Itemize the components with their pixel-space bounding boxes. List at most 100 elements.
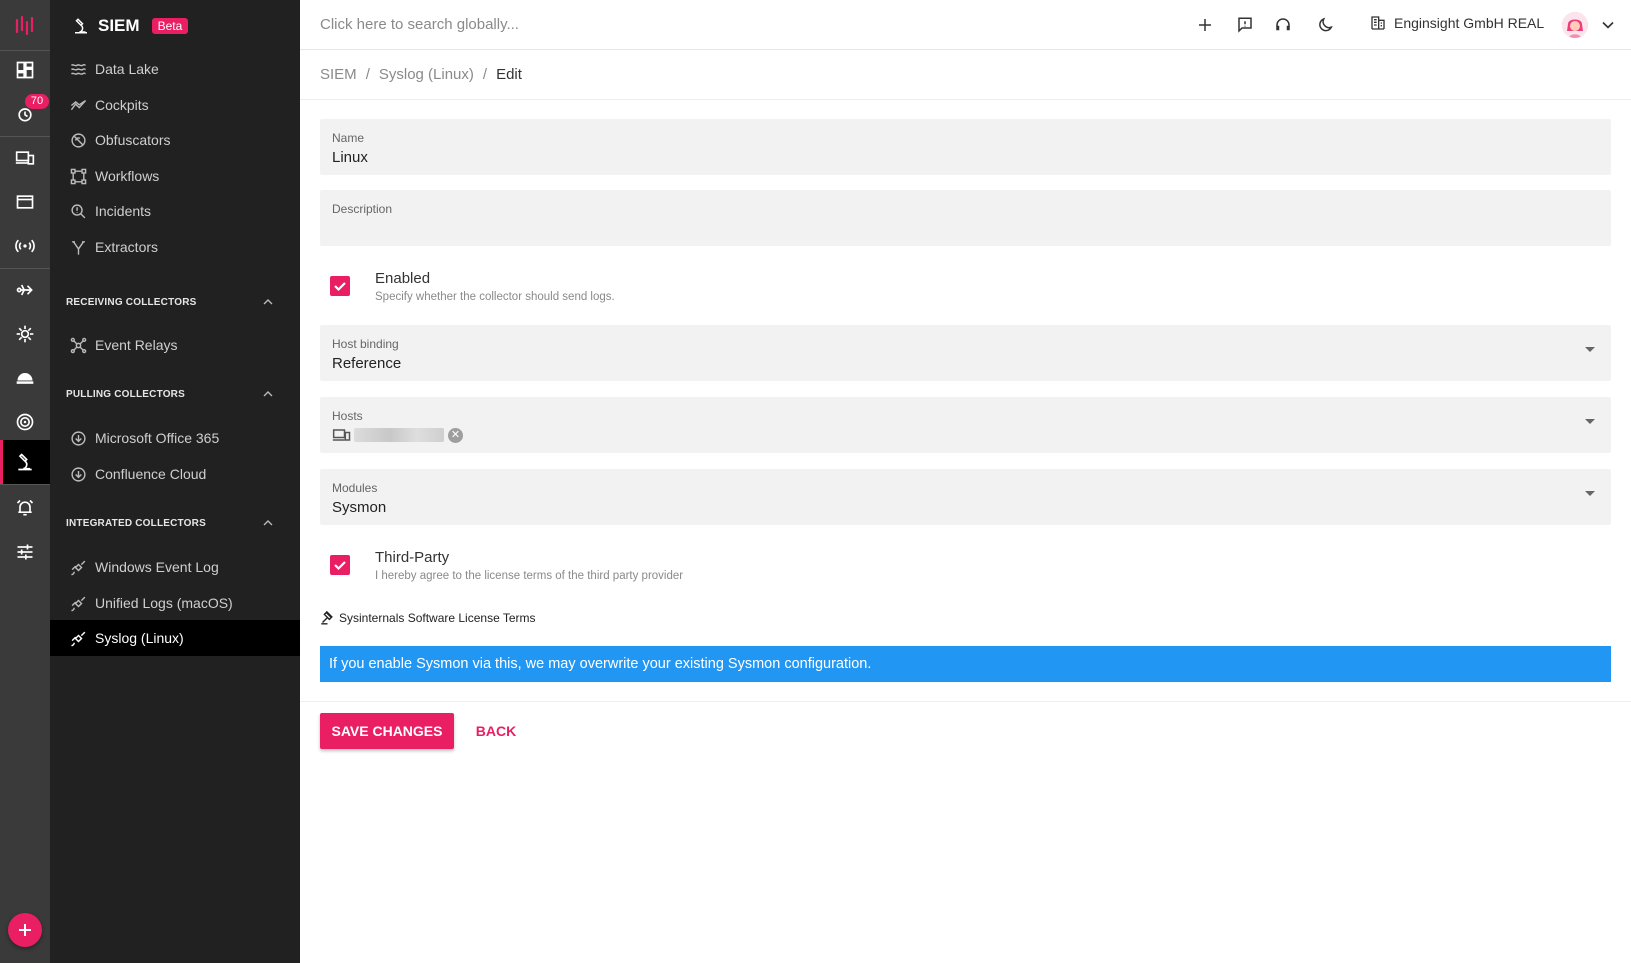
sidebar-item-incidents[interactable]: Incidents — [70, 193, 300, 229]
enabled-checkbox-row[interactable]: Enabled Specify whether the collector sh… — [330, 270, 615, 303]
redacted-host-name — [354, 428, 444, 442]
divider — [300, 701, 1631, 702]
sidebar-item-microsoft-office-365[interactable]: Microsoft Office 365 — [70, 420, 300, 456]
section-title: PULLING COLLECTORS — [66, 388, 185, 400]
eye-off-icon — [71, 132, 86, 148]
radar-icon[interactable] — [0, 400, 50, 444]
chevron-down-icon[interactable] — [1598, 15, 1618, 35]
third-party-checkbox-row[interactable]: Third-Party I hereby agree to the licens… — [330, 549, 683, 582]
sysmon-info-banner: If you enable Sysmon via this, we may ov… — [320, 646, 1611, 682]
sidebar-item-label: Extractors — [95, 239, 159, 255]
sidebar-item-obfuscators[interactable]: Obfuscators — [70, 122, 300, 158]
sidebar-item-label: Windows Event Log — [95, 559, 219, 575]
download-circle-icon — [71, 430, 86, 446]
sidebar-item-windows-event-log[interactable]: Windows Event Log — [70, 549, 300, 585]
description-label: Description — [332, 202, 393, 216]
sidebar-item-extractors[interactable]: Extractors — [70, 229, 300, 265]
enabled-subtitle: Specify whether the collector should sen… — [375, 291, 615, 303]
chevron-up-icon[interactable] — [260, 515, 276, 531]
sidebar-item-event-relays[interactable]: Event Relays — [70, 327, 300, 363]
section-title: INTEGRATED COLLECTORS — [66, 517, 206, 529]
avatar[interactable] — [1562, 12, 1588, 38]
microscope-icon — [75, 18, 87, 34]
sidebar-header: SIEM Beta — [72, 14, 189, 38]
info-text: If you enable Sysmon via this, we may ov… — [329, 656, 872, 672]
sliders-icon[interactable] — [0, 530, 50, 574]
breadcrumb-current: Edit — [496, 66, 522, 83]
section-pulling-collectors[interactable]: PULLING COLLECTORS — [66, 384, 276, 404]
checkmark-icon — [334, 282, 346, 292]
section-receiving-collectors[interactable]: RECEIVING COLLECTORS — [66, 292, 276, 312]
modules-select[interactable]: Modules Sysmon — [320, 469, 1611, 525]
modules-value: Sysmon — [332, 499, 387, 516]
breadcrumb: SIEM / Syslog (Linux) / Edit — [300, 50, 1631, 100]
fork-icon — [72, 240, 85, 255]
devices-icon[interactable] — [0, 136, 50, 180]
sidebar-item-label: Incidents — [95, 203, 152, 219]
sidebar-item-workflows[interactable]: Workflows — [70, 158, 300, 194]
save-changes-button[interactable]: SAVE CHANGES — [320, 713, 454, 749]
feedback-icon[interactable] — [1234, 14, 1256, 36]
dashboard-icon[interactable] — [0, 48, 50, 92]
add-icon[interactable] — [8, 913, 42, 947]
satellite-icon — [71, 560, 86, 575]
host-chip[interactable]: ✕ — [332, 425, 463, 445]
name-value[interactable]: Linux — [332, 149, 368, 166]
plus-icon[interactable] — [1194, 14, 1216, 36]
shield-icon[interactable] — [0, 356, 50, 400]
icon-rail: 70 — [0, 0, 50, 963]
third-party-subtitle: I hereby agree to the license terms of t… — [375, 570, 684, 582]
host-binding-label: Host binding — [332, 337, 399, 351]
enabled-checkbox[interactable] — [330, 276, 350, 296]
flow-icon[interactable] — [0, 268, 50, 312]
hosts-select[interactable]: Hosts ✕ — [320, 397, 1611, 453]
section-integrated-collectors[interactable]: INTEGRATED COLLECTORS — [66, 513, 276, 533]
chevron-up-icon[interactable] — [260, 294, 276, 310]
enabled-title: Enabled — [375, 270, 431, 287]
host-binding-select[interactable]: Host binding Reference — [320, 325, 1611, 381]
license-terms-link[interactable]: Sysinternals Software License Terms — [320, 610, 536, 625]
dropdown-caret-icon — [1585, 419, 1595, 424]
hosts-label: Hosts — [332, 409, 363, 423]
breadcrumb-syslog-linux[interactable]: Syslog (Linux) — [379, 66, 474, 83]
chip-remove-icon[interactable]: ✕ — [448, 427, 463, 443]
organization-switcher[interactable]: Enginsight GmbH REAL — [1370, 15, 1544, 31]
download-circle-icon — [71, 466, 86, 482]
name-field[interactable]: Name Linux — [320, 119, 1611, 175]
siem-icon[interactable] — [0, 440, 50, 484]
alarm-icon[interactable] — [0, 486, 50, 530]
alerts-count-badge: 70 — [25, 94, 49, 109]
sidebar-item-label: Workflows — [95, 168, 160, 184]
sidebar-item-data-lake[interactable]: Data Lake — [70, 51, 300, 87]
sidebar-item-label: Unified Logs (macOS) — [95, 595, 233, 611]
organization-name: Enginsight GmbH REAL — [1394, 15, 1545, 31]
description-field[interactable]: Description — [320, 190, 1611, 246]
breadcrumb-siem[interactable]: SIEM — [320, 66, 357, 83]
top-bar: Click here to search globally... Enginsi… — [300, 0, 1631, 50]
global-search-input[interactable]: Click here to search globally... — [320, 16, 519, 33]
third-party-title: Third-Party — [375, 549, 450, 566]
host-binding-value: Reference — [332, 355, 402, 372]
chevron-up-icon[interactable] — [260, 386, 276, 402]
license-link-text[interactable]: Sysinternals Software License Terms — [339, 611, 536, 625]
logo-icon[interactable] — [0, 0, 50, 50]
back-button[interactable]: BACK — [468, 713, 524, 749]
sidebar-item-label: Confluence Cloud — [95, 466, 207, 482]
third-party-checkbox[interactable] — [330, 555, 350, 575]
dropdown-caret-icon — [1585, 347, 1595, 352]
sidebar: SIEM Beta Data Lake Cockpits Obfuscators… — [50, 0, 300, 963]
sidebar-item-unified-logs-macos[interactable]: Unified Logs (macOS) — [70, 585, 300, 621]
waves-icon — [71, 63, 86, 75]
beta-badge: Beta — [151, 18, 189, 34]
window-icon[interactable] — [0, 180, 50, 224]
gear-icon[interactable] — [0, 312, 50, 356]
support-icon[interactable] — [1272, 14, 1294, 36]
satellite-icon — [71, 596, 86, 611]
dark-mode-icon[interactable] — [1315, 14, 1337, 36]
radio-icon[interactable] — [0, 224, 50, 268]
sidebar-item-label: Syslog (Linux) — [95, 630, 184, 646]
sidebar-item-syslog-linux[interactable]: Syslog (Linux) — [50, 620, 300, 656]
gavel-icon — [321, 610, 333, 625]
sidebar-item-cockpits[interactable]: Cockpits — [70, 87, 300, 123]
sidebar-item-confluence-cloud[interactable]: Confluence Cloud — [70, 456, 300, 492]
